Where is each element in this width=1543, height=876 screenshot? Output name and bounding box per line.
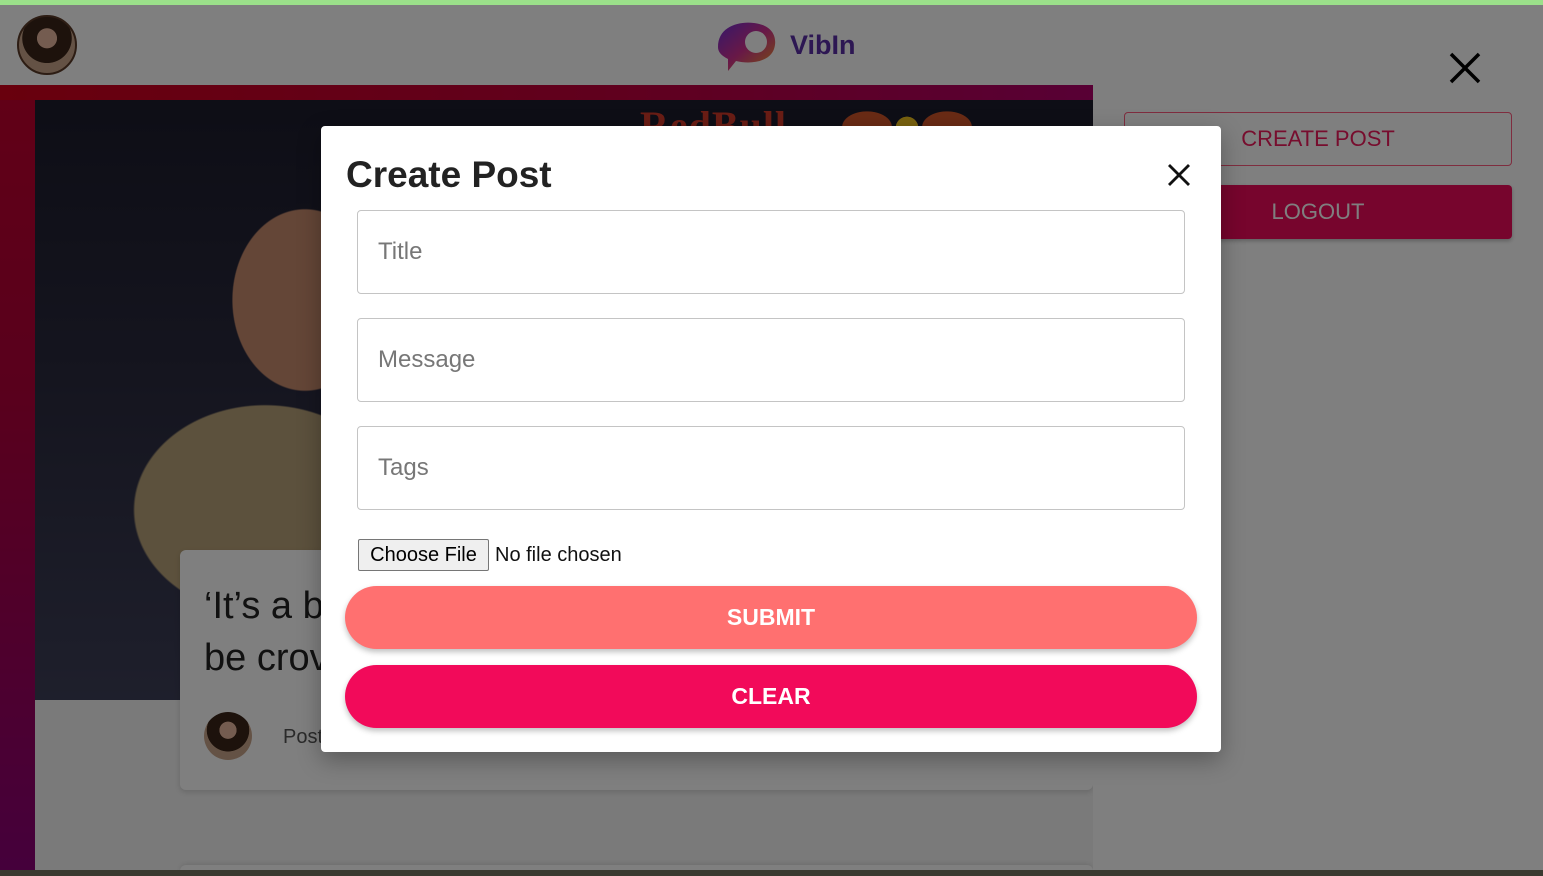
file-picker: Choose File No file chosen: [358, 539, 622, 571]
tags-input[interactable]: [357, 426, 1185, 510]
modal-title: Create Post: [346, 154, 552, 195]
submit-button[interactable]: SUBMIT: [345, 586, 1197, 649]
clear-button[interactable]: CLEAR: [345, 665, 1197, 728]
message-input[interactable]: [357, 318, 1185, 402]
choose-file-button[interactable]: Choose File: [358, 539, 489, 571]
bottom-edge-strip: [0, 870, 1543, 876]
modal-close-icon[interactable]: [1164, 160, 1194, 190]
create-post-modal: Create Post Choose File No file chosen S…: [321, 126, 1221, 752]
title-input[interactable]: [357, 210, 1185, 294]
file-status-text: No file chosen: [495, 543, 622, 566]
